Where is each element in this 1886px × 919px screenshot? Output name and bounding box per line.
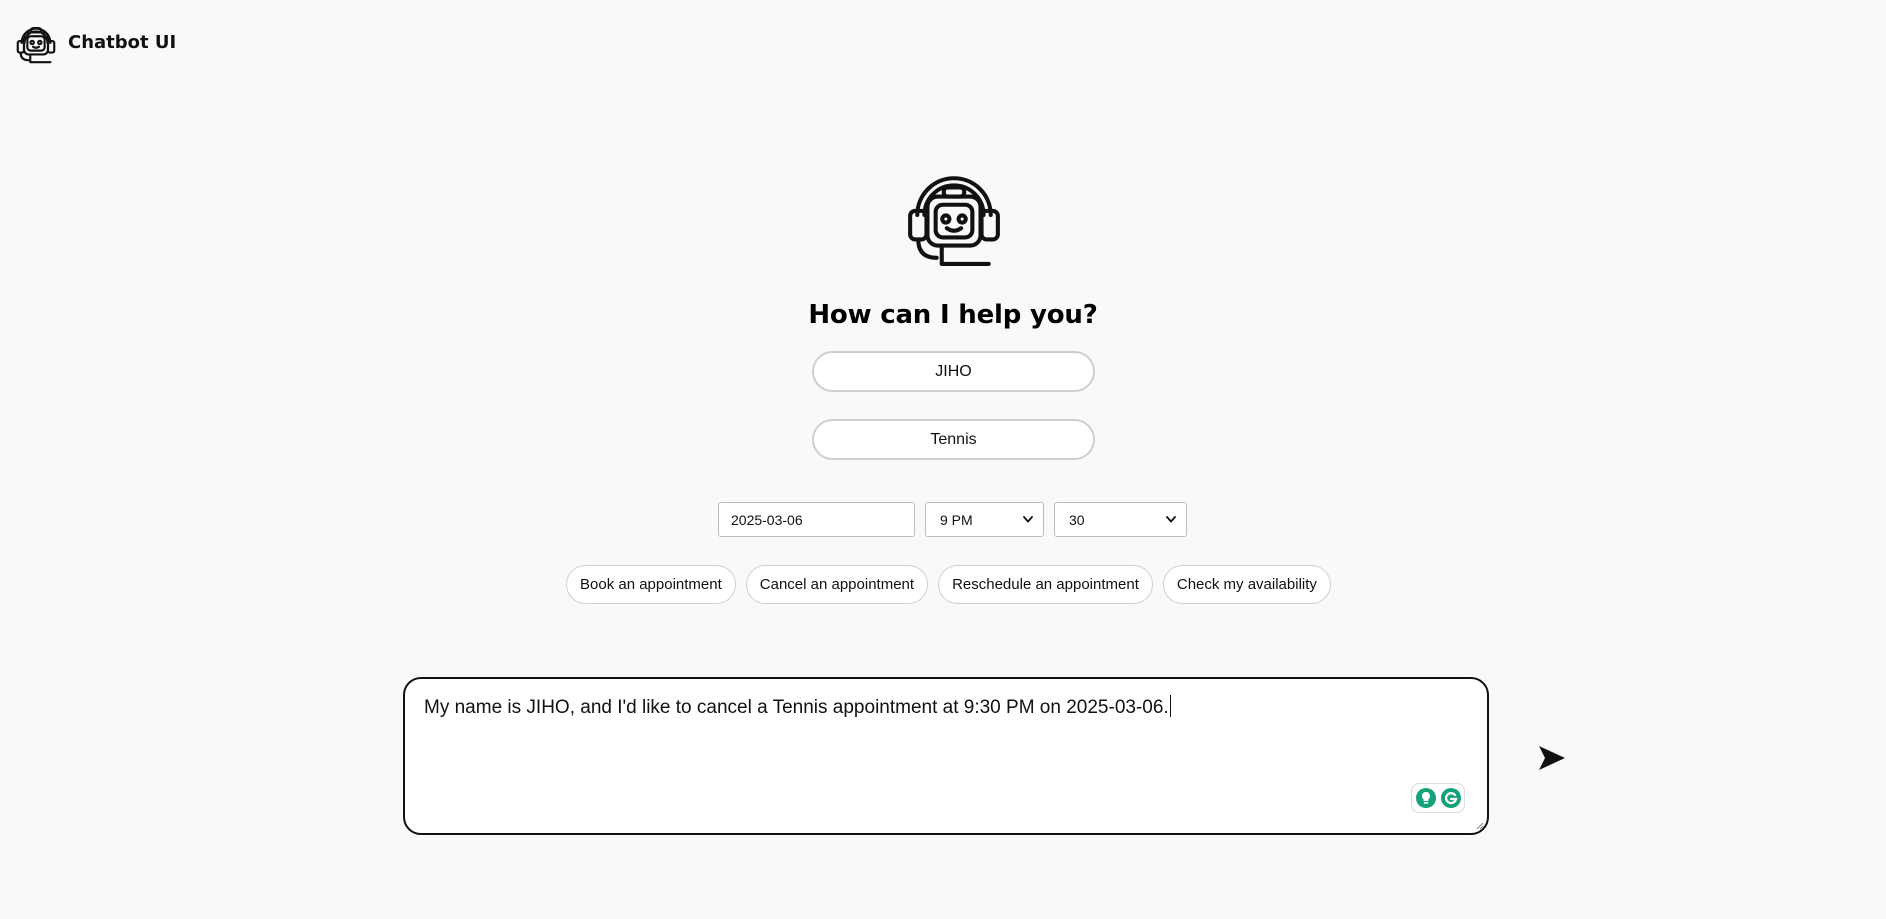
grammarly-g-icon[interactable] [1440, 787, 1462, 809]
minute-value: 30 [1069, 511, 1085, 528]
page-title: How can I help you? [808, 300, 1098, 330]
lightbulb-icon[interactable] [1415, 787, 1437, 809]
robot-headset-icon [908, 176, 1000, 266]
date-value: 2025-03-06 [731, 511, 803, 528]
datetime-row: 2025-03-06 9 PM 30 [718, 502, 1187, 537]
chevron-down-icon [1023, 516, 1033, 523]
message-text: My name is JIHO, and I'd like to cancel … [424, 697, 1169, 718]
message-textarea[interactable]: My name is JIHO, and I'd like to cancel … [403, 677, 1489, 835]
quick-actions: Book an appointment Cancel an appointmen… [566, 565, 1331, 604]
chatbot-page: Chatbot UI How can I help you? JIHO Tenn… [0, 0, 1886, 919]
name-input[interactable] [812, 351, 1095, 392]
text-caret [1169, 695, 1171, 717]
grammarly-widget[interactable] [1411, 783, 1465, 813]
reschedule-appointment-button[interactable]: Reschedule an appointment [938, 565, 1153, 604]
send-arrow-icon [1539, 746, 1565, 770]
book-appointment-button[interactable]: Book an appointment [566, 565, 736, 604]
activity-input[interactable] [812, 419, 1095, 460]
hour-value: 9 PM [940, 511, 973, 528]
resize-grip-icon[interactable] [1476, 822, 1484, 830]
app-header: Chatbot UI [12, 18, 176, 66]
date-field[interactable]: 2025-03-06 [718, 502, 915, 537]
cancel-appointment-button[interactable]: Cancel an appointment [745, 565, 929, 604]
minute-select[interactable]: 30 [1054, 502, 1187, 537]
check-availability-button[interactable]: Check my availability [1162, 565, 1331, 604]
app-title: Chatbot UI [68, 31, 177, 53]
hour-select[interactable]: 9 PM [925, 502, 1044, 537]
message-text-line: My name is JIHO, and I'd like to cancel … [424, 695, 1467, 719]
send-button[interactable] [1537, 744, 1567, 772]
robot-headset-icon [16, 27, 56, 64]
chevron-down-icon [1166, 516, 1176, 523]
hero-bot [903, 166, 1005, 268]
